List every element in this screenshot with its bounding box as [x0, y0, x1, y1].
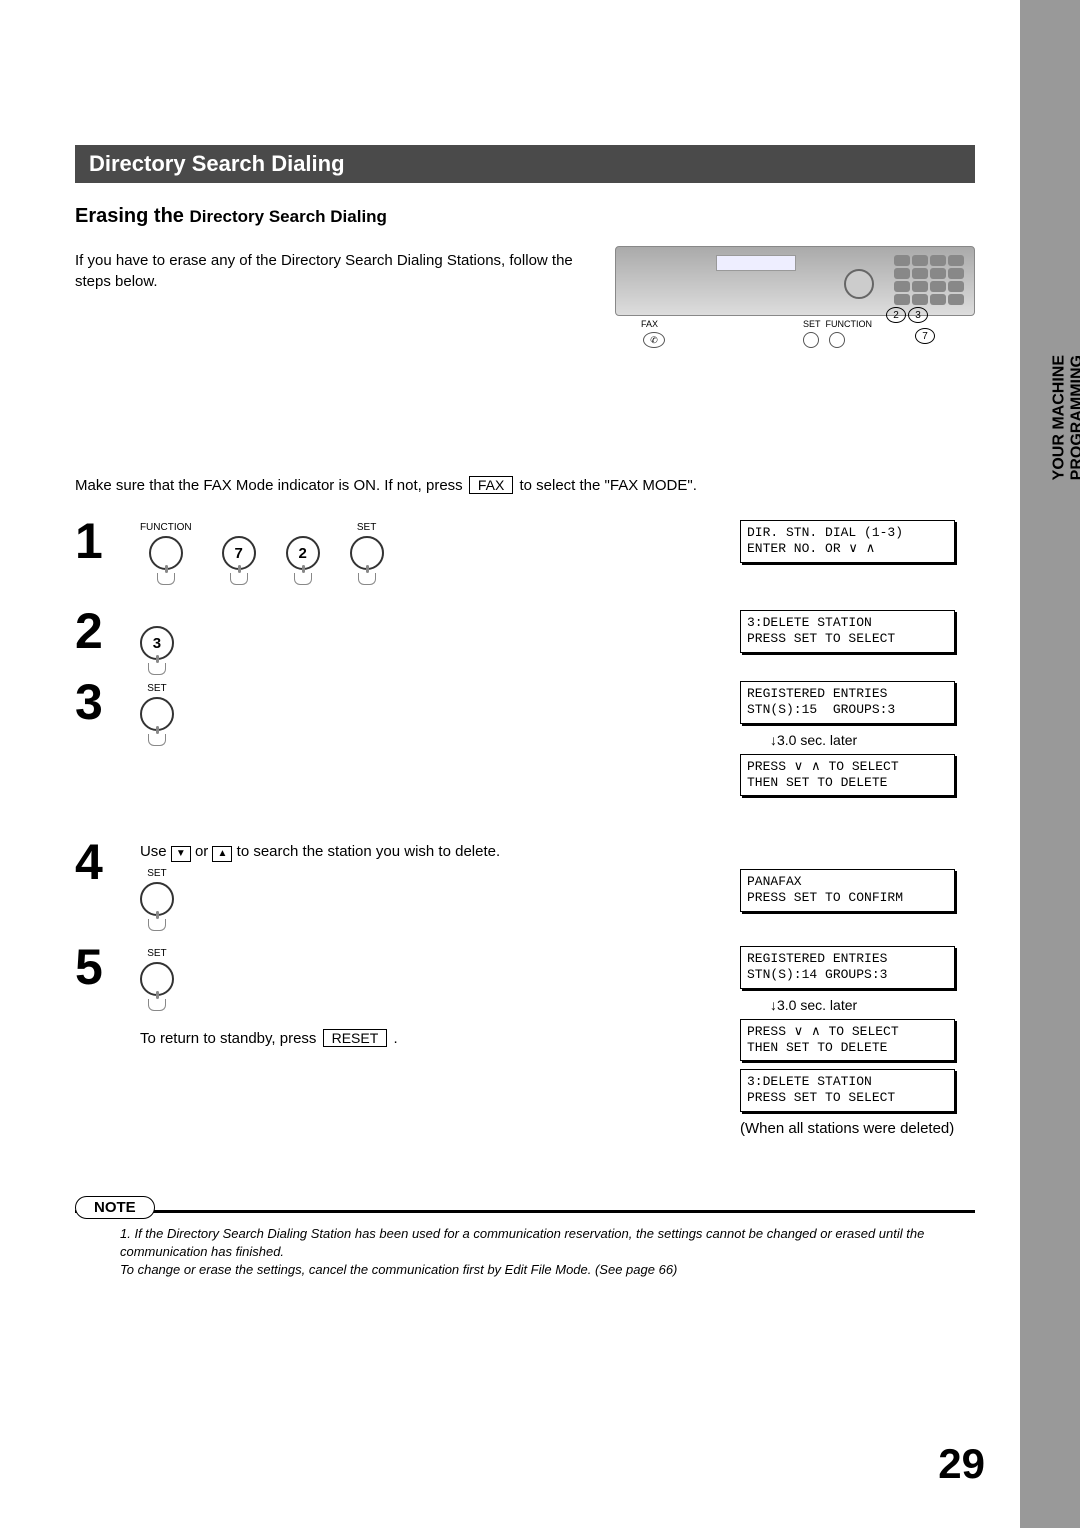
note-line-1: If the Directory Search Dialing Station … — [120, 1226, 924, 1259]
step4-text-c: to search the station you wish to delete… — [237, 843, 501, 860]
set-button: SET — [140, 868, 174, 931]
press-icon — [148, 663, 166, 675]
press-icon — [230, 573, 248, 585]
press-icon — [148, 999, 166, 1011]
press-icon — [148, 919, 166, 931]
callout-key-7: 7 — [915, 328, 935, 344]
set-button: SET — [140, 683, 174, 746]
fax-keycap: FAX — [469, 476, 513, 494]
press-icon — [157, 573, 175, 585]
key-7-button: 7 — [222, 522, 256, 585]
set-button-icon — [803, 332, 819, 348]
set-button-label: SET — [147, 948, 166, 960]
lcd-display-4: PANAFAX PRESS SET TO CONFIRM — [740, 869, 955, 912]
pre-note-b: to select the "FAX MODE". — [515, 477, 697, 494]
press-icon — [294, 573, 312, 585]
step4-text-b: or — [195, 843, 213, 860]
callout-fax-label: FAX — [641, 319, 658, 329]
set-button: SET — [350, 522, 384, 585]
up-arrow-key: ▲ — [212, 846, 232, 862]
subtitle-sub: Directory Search Dialing — [189, 207, 386, 226]
step-2: 2 3 3:DELETE STATION PRESS SET TO SELECT — [75, 604, 975, 675]
step-2-number: 2 — [75, 604, 140, 656]
note-section: NOTE 1. If the Directory Search Dialing … — [75, 1210, 975, 1280]
when-deleted-text: (When all stations were deleted) — [740, 1120, 975, 1137]
control-panel-illustration: FAX ✆ SET FUNCTION 2 3 7 — [615, 246, 975, 366]
sidebar-tab: PROGRAMMING YOUR MACHINE — [1020, 0, 1080, 1528]
callout-function-label: FUNCTION — [826, 319, 873, 329]
callout-key-2: 2 — [886, 307, 906, 323]
pre-note-a: Make sure that the FAX Mode indicator is… — [75, 477, 467, 494]
lcd-display-3b: PRESS ∨ ∧ TO SELECT THEN SET TO DELETE — [740, 754, 955, 797]
step-1: 1 FUNCTION 7 — [75, 514, 975, 604]
fax-button-icon: ✆ — [643, 332, 665, 348]
sidebar-label-2: YOUR MACHINE — [1050, 355, 1068, 480]
section-banner: Directory Search Dialing — [75, 145, 975, 183]
down-arrow-key: ▼ — [171, 846, 191, 862]
step-3: 3 SET REGISTERED ENTRIES STN(S):15 GROUP… — [75, 675, 975, 835]
callout-set-label: SET — [803, 319, 821, 329]
lcd-display-5b: PRESS ∨ ∧ TO SELECT THEN SET TO DELETE — [740, 1019, 955, 1062]
set-button-label: SET — [147, 868, 166, 880]
press-icon — [358, 573, 376, 585]
page-number: 29 — [938, 1440, 985, 1488]
lcd-display-3a: REGISTERED ENTRIES STN(S):15 GROUPS:3 — [740, 681, 955, 724]
press-icon — [148, 734, 166, 746]
reset-keycap: RESET — [323, 1029, 388, 1047]
intro-text: If you have to erase any of the Director… — [75, 246, 575, 292]
step4-text-a: Use — [140, 843, 171, 860]
return-text-b: . — [389, 1030, 397, 1047]
note-marker: 1. — [120, 1226, 131, 1241]
note-line-2: To change or erase the settings, cancel … — [120, 1262, 677, 1277]
step-4: 4 Use ▼ or ▲ to search the station you w… — [75, 835, 975, 940]
return-text-a: To return to standby, press — [140, 1030, 321, 1047]
function-button-icon — [829, 332, 845, 348]
lcd-display-1: DIR. STN. DIAL (1-3) ENTER NO. OR ∨ ∧ — [740, 520, 955, 563]
step-3-number: 3 — [75, 675, 140, 727]
delay-label-5: ↓3.0 sec. later — [770, 997, 975, 1013]
sidebar-label-1: PROGRAMMING — [1068, 355, 1080, 480]
set-button-label: SET — [147, 683, 166, 695]
note-label: NOTE — [75, 1196, 155, 1219]
lcd-display-5a: REGISTERED ENTRIES STN(S):14 GROUPS:3 — [740, 946, 955, 989]
page-content: Directory Search Dialing Erasing the Dir… — [75, 145, 975, 1280]
lcd-display-2: 3:DELETE STATION PRESS SET TO SELECT — [740, 610, 955, 653]
key-3-button: 3 — [140, 612, 174, 675]
function-button: FUNCTION — [140, 522, 192, 585]
subsection-title: Erasing the Directory Search Dialing — [75, 205, 975, 228]
step-1-number: 1 — [75, 514, 140, 566]
delay-label-3: ↓3.0 sec. later — [770, 732, 975, 748]
pre-note: Make sure that the FAX Mode indicator is… — [75, 476, 975, 494]
function-button-label: FUNCTION — [140, 522, 192, 534]
subtitle-bold: Erasing the — [75, 205, 189, 227]
step-5: 5 SET To return to standby, press RESET … — [75, 940, 975, 1140]
key-2-button: 2 — [286, 522, 320, 585]
lcd-display-5c: 3:DELETE STATION PRESS SET TO SELECT — [740, 1069, 955, 1112]
step-4-number: 4 — [75, 835, 140, 887]
callout-key-3: 3 — [908, 307, 928, 323]
set-button-label: SET — [357, 522, 376, 534]
step-5-number: 5 — [75, 940, 140, 992]
set-button: SET — [140, 948, 174, 1011]
